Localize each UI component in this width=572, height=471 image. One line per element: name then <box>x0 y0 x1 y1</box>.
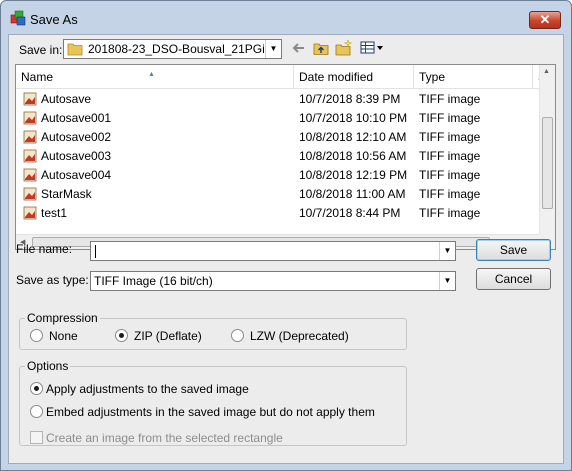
file-name-field[interactable]: ▼ <box>90 241 456 261</box>
file-row[interactable]: StarMask 10/8/2018 11:00 AM TIFF image <box>16 185 541 204</box>
save-as-type-dropdown[interactable]: TIFF Image (16 bit/ch) ▼ <box>90 271 456 291</box>
radio-lzw[interactable] <box>231 329 244 342</box>
save-in-label: Save in: <box>19 43 63 57</box>
tiff-file-icon <box>23 206 37 220</box>
file-row[interactable]: Autosave003 10/8/2018 10:56 AM TIFF image <box>16 147 541 166</box>
file-row[interactable]: Autosave004 10/8/2018 12:19 PM TIFF image <box>16 166 541 185</box>
radio-apply-label: Apply adjustments to the saved image <box>46 382 249 396</box>
file-type: TIFF image <box>419 187 481 201</box>
radio-embed-adjustments[interactable] <box>30 405 43 418</box>
radio-embed-label: Embed adjustments in the saved image but… <box>46 405 375 419</box>
sort-ascending-icon: ▲ <box>148 71 155 78</box>
vertical-scrollbar[interactable]: ▲ ▼ <box>539 65 555 249</box>
view-menu-icon[interactable] <box>359 39 385 57</box>
tiff-file-icon <box>23 92 37 106</box>
column-header-name-label: Name <box>21 70 54 84</box>
file-date: 10/8/2018 11:00 AM <box>299 187 406 201</box>
file-name: test1 <box>41 206 68 220</box>
file-type: TIFF image <box>419 168 481 182</box>
tiff-file-icon <box>23 149 37 163</box>
file-date: 10/8/2018 12:10 AM <box>299 130 407 144</box>
column-header-name[interactable]: Name ▲ <box>16 65 294 89</box>
checkbox-create-from-selection[interactable] <box>30 431 43 444</box>
radio-zip[interactable] <box>115 329 128 342</box>
options-group: Options Apply adjustments to the saved i… <box>19 359 407 446</box>
vertical-scroll-thumb[interactable] <box>542 117 553 209</box>
options-title: Options <box>25 359 71 373</box>
file-type: TIFF image <box>419 92 481 106</box>
close-button[interactable]: ✕ <box>529 11 561 29</box>
file-date: 10/8/2018 10:56 AM <box>299 149 407 163</box>
save-in-dropdown[interactable]: 201808-23_DSO-Bousval_21PGiacobini ▼ <box>63 39 282 59</box>
cancel-button[interactable]: Cancel <box>476 268 551 290</box>
file-name-label: File name: <box>16 242 73 256</box>
file-type: TIFF image <box>419 111 481 125</box>
file-row[interactable]: Autosave002 10/8/2018 12:10 AM TIFF image <box>16 128 541 147</box>
compression-group: Compression None ZIP (Deflate) LZW (Depr… <box>19 311 407 350</box>
file-date: 10/8/2018 12:19 PM <box>299 168 408 182</box>
save-button[interactable]: Save <box>476 239 551 261</box>
dialog-body: Save in: 201808-23_DSO-Bousval_21PGiacob… <box>8 34 564 464</box>
tiff-file-icon <box>23 168 37 182</box>
folder-icon <box>67 43 83 56</box>
radio-zip-label: ZIP (Deflate) <box>134 329 202 343</box>
radio-apply-adjustments[interactable] <box>30 382 43 395</box>
file-type: TIFF image <box>419 149 481 163</box>
file-name: Autosave003 <box>41 149 112 163</box>
chevron-down-icon[interactable]: ▼ <box>439 242 455 260</box>
scroll-up-icon[interactable]: ▲ <box>543 68 550 75</box>
tiff-file-icon <box>23 111 37 125</box>
tiff-file-icon <box>23 187 37 201</box>
window-title: Save As <box>30 12 78 27</box>
file-list-header: Name ▲ Date modified Type Size <box>16 65 543 89</box>
file-type: TIFF image <box>419 206 481 220</box>
radio-none[interactable] <box>30 329 43 342</box>
chevron-down-icon[interactable]: ▼ <box>265 40 281 58</box>
file-name: Autosave <box>41 92 92 106</box>
column-header-date-modified[interactable]: Date modified <box>294 65 414 89</box>
file-row[interactable]: Autosave 10/7/2018 8:39 PM TIFF image <box>16 90 541 109</box>
text-caret <box>95 245 96 258</box>
file-date: 10/7/2018 10:10 PM <box>299 111 408 125</box>
file-list[interactable]: Name ▲ Date modified Type Size Autosave 1… <box>15 64 556 250</box>
file-row[interactable]: Autosave001 10/7/2018 10:10 PM TIFF image <box>16 109 541 128</box>
chevron-down-icon[interactable]: ▼ <box>439 272 455 290</box>
back-arrow-icon[interactable] <box>290 39 308 57</box>
column-header-type[interactable]: Type <box>414 65 533 89</box>
title-bar[interactable]: Save As ✕ <box>1 1 571 35</box>
save-in-value: 201808-23_DSO-Bousval_21PGiacobini <box>88 42 264 56</box>
new-folder-icon[interactable] <box>335 39 353 57</box>
compression-title: Compression <box>25 311 100 325</box>
checkbox-create-label: Create an image from the selected rectan… <box>46 431 283 445</box>
close-icon: ✕ <box>539 12 551 27</box>
app-icon <box>10 10 26 26</box>
file-date: 10/7/2018 8:39 PM <box>299 92 401 106</box>
file-name: Autosave004 <box>41 168 112 182</box>
radio-lzw-label: LZW (Deprecated) <box>250 329 349 343</box>
radio-none-label: None <box>49 329 78 343</box>
save-as-type-label: Save as type: <box>16 273 89 287</box>
file-name: Autosave002 <box>41 130 112 144</box>
file-name: Autosave001 <box>41 111 112 125</box>
file-row[interactable]: test1 10/7/2018 8:44 PM TIFF image <box>16 204 541 223</box>
file-name: StarMask <box>41 187 92 201</box>
file-date: 10/7/2018 8:44 PM <box>299 206 401 220</box>
up-folder-icon[interactable] <box>312 39 330 57</box>
save-as-type-value: TIFF Image (16 bit/ch) <box>94 274 213 288</box>
file-type: TIFF image <box>419 130 481 144</box>
save-as-dialog: Save As ✕ Save in: 201808-23_DSO-Bousval… <box>0 0 572 471</box>
tiff-file-icon <box>23 130 37 144</box>
